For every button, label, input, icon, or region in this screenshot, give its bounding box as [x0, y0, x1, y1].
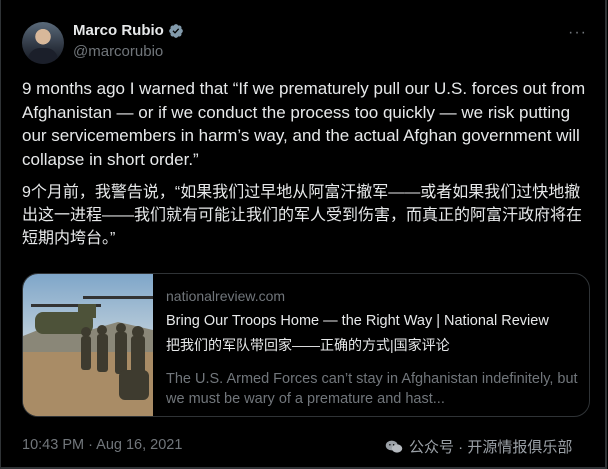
- card-domain: nationalreview.com: [166, 288, 286, 304]
- author-handle[interactable]: @marcorubio: [73, 43, 163, 60]
- author-avatar[interactable]: [22, 22, 64, 64]
- tweet-text-chinese: 9个月前，我警告说，“如果我们过早地从阿富汗撤军——或者如果我们过快地撤出这一进…: [22, 184, 583, 247]
- card-title-chinese: 把我们的军队带回家——正确的方式|国家评论: [166, 337, 450, 353]
- watermark-text: 公众号 · 开源情报俱乐部: [409, 439, 573, 456]
- verified-badge-icon: [169, 23, 183, 38]
- card-title[interactable]: Bring Our Troops Home — the Right Way | …: [166, 313, 581, 329]
- link-preview-card[interactable]: nationalreview.com Bring Our Troops Home…: [22, 273, 590, 417]
- more-options-icon[interactable]: ···: [568, 24, 587, 42]
- tweet-text-english: 9 months ago I warned that “If we premat…: [22, 79, 586, 169]
- card-thumbnail-image: [23, 274, 153, 416]
- watermark: 公众号 · 开源情报俱乐部: [385, 436, 572, 457]
- tweet-timestamp[interactable]: 10:43 PM · Aug 16, 2021: [22, 437, 182, 453]
- wechat-icon: [385, 440, 403, 453]
- card-description: The U.S. Armed Forces can’t stay in Afgh…: [166, 371, 578, 407]
- author-name-row: Marco Rubio: [73, 22, 184, 39]
- author-name[interactable]: Marco Rubio: [73, 22, 164, 39]
